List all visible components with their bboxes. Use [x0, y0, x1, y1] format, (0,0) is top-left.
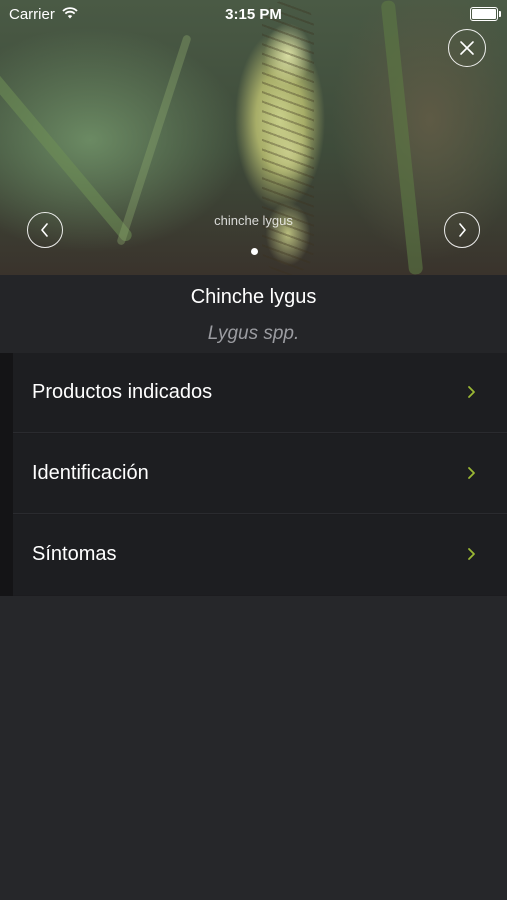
scientific-name: Lygus spp. [207, 323, 300, 344]
close-button[interactable] [448, 29, 486, 67]
clock: 3:15 PM [225, 6, 282, 23]
pest-header: Chinche lygus Lygus spp. [0, 275, 507, 353]
chevron-right-icon [468, 467, 475, 479]
menu-item-sintomas[interactable]: Síntomas [13, 515, 507, 595]
list-edge [0, 353, 13, 596]
chevron-right-icon [468, 548, 475, 560]
close-icon [460, 41, 474, 55]
menu-item-label: Productos indicados [32, 381, 213, 403]
hero-image [0, 0, 507, 275]
menu-item-label: Síntomas [32, 543, 117, 565]
menu-item-productos-indicados[interactable]: Productos indicados [13, 353, 507, 433]
chevron-right-icon [468, 386, 475, 398]
plant-stalk [262, 0, 314, 275]
menu-item-identificacion[interactable]: Identificación [13, 434, 507, 514]
empty-content-area [0, 596, 507, 900]
page-indicator-dot [251, 248, 258, 255]
menu-item-label: Identificación [32, 462, 149, 484]
page-title: Chinche lygus [190, 286, 317, 308]
image-caption: chinche lygus [214, 213, 293, 228]
status-bar: Carrier 3:15 PM [0, 0, 507, 28]
detail-menu: Productos indicados Identificación Sínto… [0, 353, 507, 596]
battery-icon [470, 7, 501, 21]
grass-blade [380, 0, 424, 275]
